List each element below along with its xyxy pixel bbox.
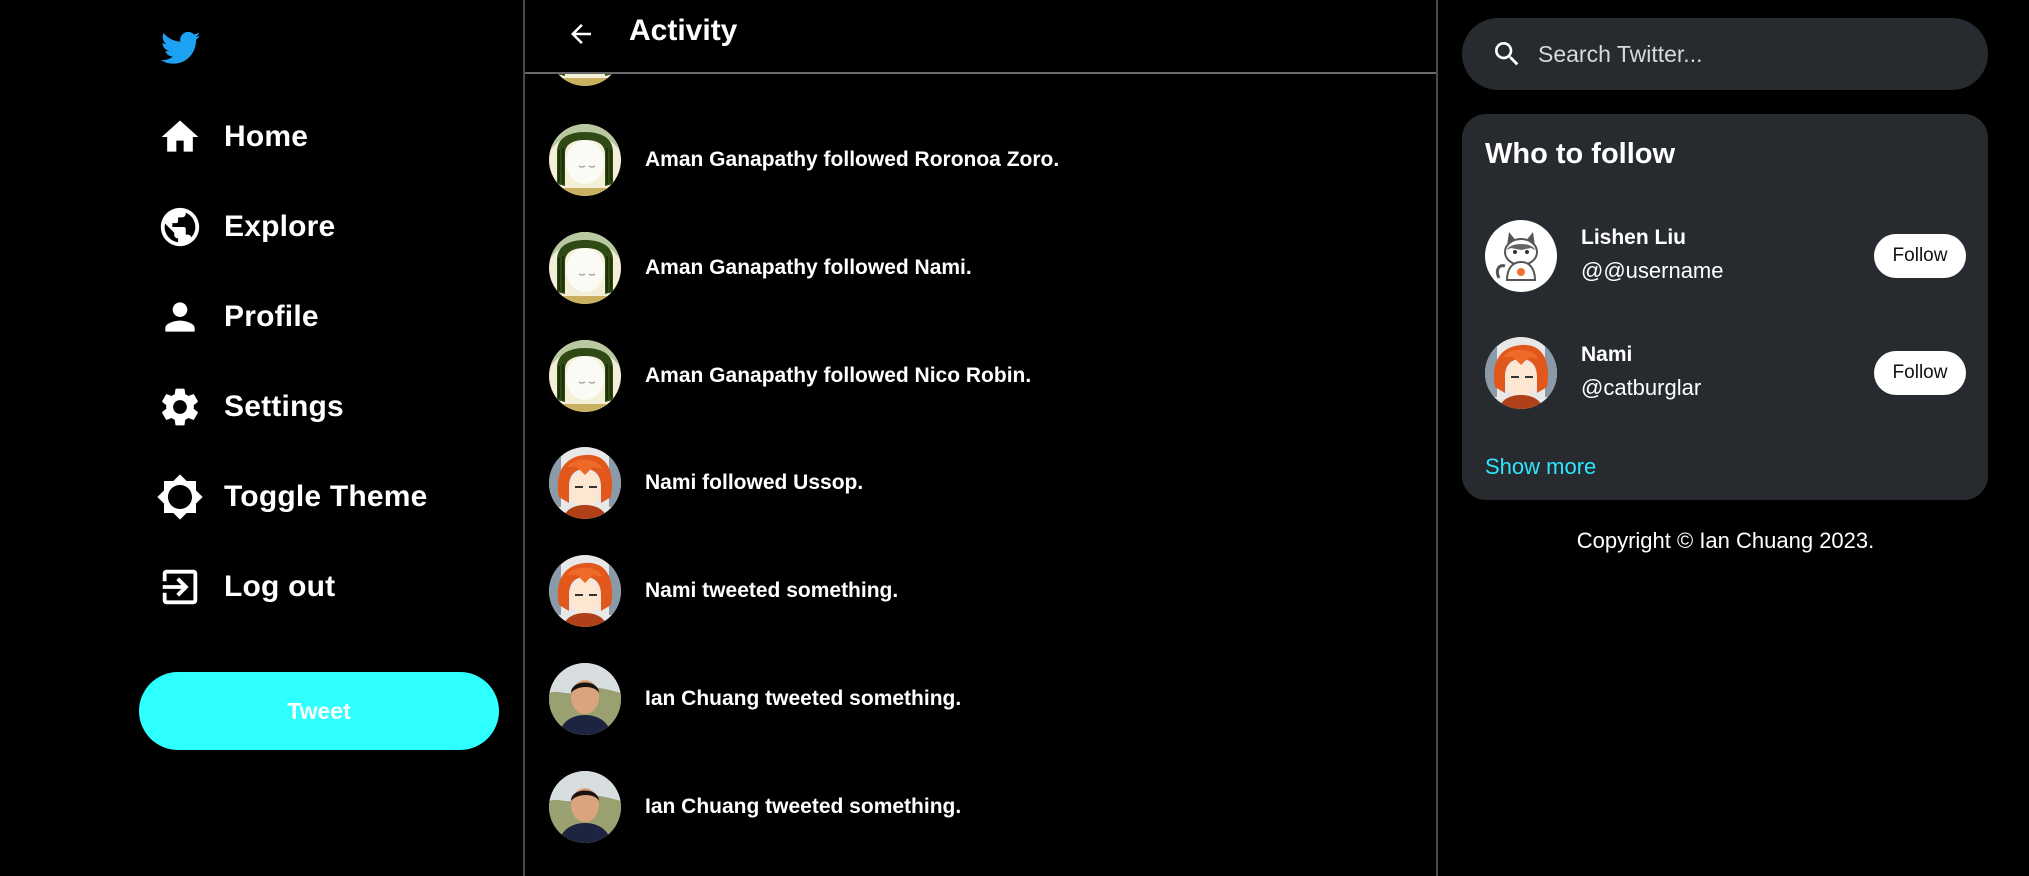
home-icon bbox=[156, 113, 204, 161]
globe-icon bbox=[156, 203, 204, 251]
avatar[interactable] bbox=[549, 340, 621, 412]
nav-label-profile: Profile bbox=[224, 300, 319, 333]
person-icon bbox=[156, 293, 204, 341]
nav-label-logout: Log out bbox=[224, 570, 336, 603]
avatar[interactable] bbox=[549, 232, 621, 304]
list-item[interactable]: Aman Ganapathy followed Nami. bbox=[549, 232, 972, 304]
nav-label-settings: Settings bbox=[224, 390, 344, 423]
logout-icon bbox=[156, 563, 204, 611]
left-sidebar: Home Explore Profile Settings Toggle The… bbox=[0, 0, 523, 876]
back-button[interactable] bbox=[561, 16, 601, 56]
nav-label-home: Home bbox=[224, 120, 309, 153]
page-header: Activity bbox=[525, 0, 1436, 74]
right-sidebar: Who to follow Lishen Liu @@username Foll… bbox=[1438, 0, 2029, 876]
avatar[interactable] bbox=[549, 124, 621, 196]
avatar[interactable] bbox=[549, 663, 621, 735]
suggestion-handle: @catburglar bbox=[1581, 375, 1702, 400]
nav-item-explore[interactable]: Explore bbox=[156, 182, 428, 272]
who-to-follow-panel: Who to follow Lishen Liu @@username Foll… bbox=[1462, 114, 1988, 500]
activity-text: Ian Chuang tweeted something. bbox=[645, 687, 962, 710]
avatar[interactable] bbox=[1485, 337, 1557, 409]
activity-text: Ian Chuang tweeted something. bbox=[645, 795, 962, 818]
suggestion-item[interactable]: Lishen Liu @@username Follow bbox=[1485, 220, 1966, 292]
activity-column: Aman Ganapathy followed Roronoa Zoro. Am… bbox=[523, 0, 1438, 876]
activity-text: Nami followed Ussop. bbox=[645, 471, 864, 494]
arrow-left-icon bbox=[566, 19, 596, 54]
copyright-text: Copyright © Ian Chuang 2023. bbox=[1576, 528, 1875, 553]
nav-item-settings[interactable]: Settings bbox=[156, 362, 428, 452]
activity-text: Nami tweeted something. bbox=[645, 579, 899, 602]
suggestion-item[interactable]: Nami @catburglar Follow bbox=[1485, 337, 1966, 409]
search-input[interactable] bbox=[1538, 40, 1958, 68]
activity-text: Aman Ganapathy followed Roronoa Zoro. bbox=[645, 148, 1060, 171]
nav-label-toggle-theme: Toggle Theme bbox=[224, 480, 428, 513]
who-to-follow-title: Who to follow bbox=[1485, 138, 1676, 170]
avatar[interactable] bbox=[1485, 220, 1557, 292]
list-item[interactable]: Aman Ganapathy followed Nico Robin. bbox=[549, 340, 1031, 412]
follow-button[interactable]: Follow bbox=[1874, 351, 1966, 395]
nav-item-home[interactable]: Home bbox=[156, 92, 428, 182]
suggestion-name: Nami bbox=[1581, 343, 1633, 366]
list-item[interactable]: Ian Chuang tweeted something. bbox=[549, 771, 961, 843]
follow-button[interactable]: Follow bbox=[1874, 234, 1966, 278]
tweet-button[interactable]: Tweet bbox=[139, 672, 499, 750]
suggestion-handle: @@username bbox=[1581, 258, 1724, 283]
nav-label-explore: Explore bbox=[224, 210, 336, 243]
search-bar[interactable] bbox=[1462, 18, 1988, 90]
avatar[interactable] bbox=[549, 447, 621, 519]
twitter-bird-icon[interactable] bbox=[159, 28, 203, 68]
search-icon bbox=[1490, 37, 1524, 71]
list-item[interactable]: Ian Chuang tweeted something. bbox=[549, 663, 961, 735]
main-nav: Home Explore Profile Settings Toggle The… bbox=[156, 92, 428, 632]
list-item[interactable]: Nami followed Ussop. bbox=[549, 447, 863, 519]
brightness-icon bbox=[156, 473, 204, 521]
nav-item-toggle-theme[interactable]: Toggle Theme bbox=[156, 452, 428, 542]
avatar[interactable] bbox=[549, 555, 621, 627]
gear-icon bbox=[156, 383, 204, 431]
activity-text: Aman Ganapathy followed Nami. bbox=[645, 256, 972, 279]
suggestion-name: Lishen Liu bbox=[1581, 226, 1686, 249]
nav-item-profile[interactable]: Profile bbox=[156, 272, 428, 362]
avatar[interactable] bbox=[549, 771, 621, 843]
activity-text: Aman Ganapathy followed Nico Robin. bbox=[645, 364, 1032, 387]
page-title: Activity bbox=[629, 14, 738, 47]
list-item[interactable]: Aman Ganapathy followed Roronoa Zoro. bbox=[549, 124, 1059, 196]
nav-item-logout[interactable]: Log out bbox=[156, 542, 428, 632]
show-more-link[interactable]: Show more bbox=[1485, 454, 1596, 480]
list-item[interactable]: Nami tweeted something. bbox=[549, 555, 898, 627]
